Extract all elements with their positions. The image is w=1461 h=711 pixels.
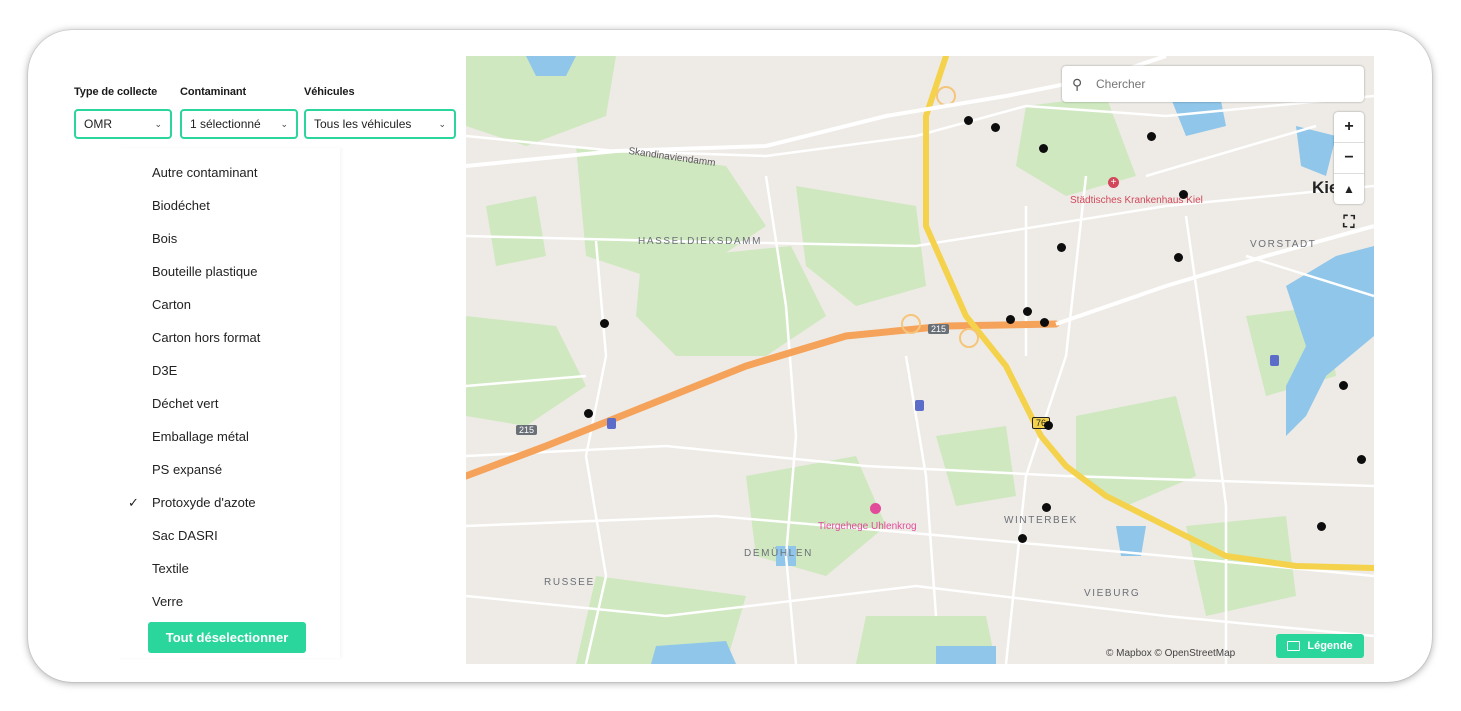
bus-stop-icon bbox=[607, 418, 616, 429]
contaminant-dropdown-menu: Autre contaminant Biodéchet Bois Bouteil… bbox=[118, 148, 340, 658]
map-view[interactable]: 215 215 76 HASSELDIEKSDAMM VORSTADT WINT… bbox=[466, 56, 1374, 664]
map-label-district: VORSTADT bbox=[1250, 239, 1317, 250]
search-input[interactable] bbox=[1094, 76, 1338, 92]
chevron-down-icon: ⌄ bbox=[438, 118, 446, 129]
collection-point-marker[interactable] bbox=[600, 319, 609, 328]
contaminant-value: 1 sélectionné bbox=[190, 117, 261, 131]
collection-point-marker[interactable] bbox=[1339, 381, 1348, 390]
collection-point-marker[interactable] bbox=[1044, 421, 1053, 430]
legend-icon bbox=[1287, 641, 1301, 651]
search-icon: ⚲ bbox=[1072, 75, 1083, 92]
dropdown-option[interactable]: Sac DASRI bbox=[152, 528, 218, 543]
dropdown-option[interactable]: Carton bbox=[152, 297, 191, 312]
vehicles-value: Tous les véhicules bbox=[314, 117, 412, 131]
map-poi-hospital: Städtisches Krankenhaus Kiel bbox=[1070, 195, 1203, 206]
zoom-out-button[interactable]: − bbox=[1334, 143, 1364, 174]
map-label-district: RUSSEE bbox=[544, 577, 595, 588]
map-canvas bbox=[466, 56, 1374, 664]
collection-point-marker[interactable] bbox=[1042, 503, 1051, 512]
road-shield-215: 215 bbox=[516, 425, 538, 435]
dropdown-option[interactable]: Textile bbox=[152, 561, 189, 576]
legend-button[interactable]: Légende bbox=[1276, 634, 1364, 658]
collection-point-marker[interactable] bbox=[1147, 132, 1156, 141]
bus-stop-icon bbox=[1270, 355, 1279, 366]
collection-point-marker[interactable] bbox=[1023, 307, 1032, 316]
zoo-icon bbox=[870, 503, 881, 514]
dropdown-option[interactable]: PS expansé bbox=[152, 462, 222, 477]
collection-point-marker[interactable] bbox=[584, 409, 593, 418]
vehicles-filter: Véhicules Tous les véhicules ⌄ bbox=[304, 86, 456, 139]
collection-type-value: OMR bbox=[84, 117, 112, 131]
map-poi-zoo: Tiergehege Uhlenkrog bbox=[818, 521, 917, 532]
collection-type-select[interactable]: OMR ⌄ bbox=[74, 109, 172, 139]
legend-label: Légende bbox=[1307, 640, 1353, 652]
chevron-down-icon: ⌄ bbox=[154, 118, 162, 129]
hospital-icon: + bbox=[1108, 177, 1119, 188]
contaminant-label: Contaminant bbox=[180, 86, 247, 98]
map-label-district: HASSELDIEKSDAMM bbox=[638, 236, 763, 247]
zoom-controls: + − ▲ bbox=[1334, 112, 1364, 204]
collection-point-marker[interactable] bbox=[1040, 318, 1049, 327]
map-label-district: DEMÜHLEN bbox=[744, 548, 813, 559]
dropdown-option[interactable]: Biodéchet bbox=[152, 198, 210, 213]
contaminant-select[interactable]: 1 sélectionné ⌄ bbox=[180, 109, 298, 139]
collection-point-marker[interactable] bbox=[1317, 522, 1326, 531]
collection-point-marker[interactable] bbox=[964, 116, 973, 125]
dropdown-option[interactable]: Bois bbox=[152, 231, 177, 246]
collection-point-marker[interactable] bbox=[991, 123, 1000, 132]
road-shield-215: 215 bbox=[928, 324, 950, 334]
dropdown-option[interactable]: Verre bbox=[152, 594, 183, 609]
dropdown-option-selected[interactable]: Protoxyde d'azote bbox=[152, 495, 256, 510]
chevron-down-icon: ⌄ bbox=[280, 118, 288, 129]
collection-point-marker[interactable] bbox=[1006, 315, 1015, 324]
checkmark-icon: ✓ bbox=[128, 495, 139, 510]
fullscreen-icon[interactable]: ⛶ bbox=[1338, 212, 1360, 234]
app-window: Type de collecte OMR ⌄ Contaminant 1 sél… bbox=[28, 30, 1432, 682]
bus-stop-icon bbox=[915, 400, 924, 411]
collection-type-filter: Type de collecte OMR ⌄ bbox=[74, 86, 172, 139]
map-label-district: WINTERBEK bbox=[1004, 515, 1078, 526]
contaminant-filter: Contaminant 1 sélectionné ⌄ bbox=[180, 86, 298, 139]
collection-point-marker[interactable] bbox=[1039, 144, 1048, 153]
dropdown-option[interactable]: Autre contaminant bbox=[152, 165, 258, 180]
collection-point-marker[interactable] bbox=[1357, 455, 1366, 464]
collection-point-marker[interactable] bbox=[1057, 243, 1066, 252]
deselect-all-button[interactable]: Tout déselectionner bbox=[148, 622, 306, 653]
vehicles-label: Véhicules bbox=[304, 86, 355, 98]
map-attribution[interactable]: © Mapbox © OpenStreetMap bbox=[1106, 648, 1235, 659]
dropdown-option[interactable]: Emballage métal bbox=[152, 429, 249, 444]
collection-point-marker[interactable] bbox=[1018, 534, 1027, 543]
compass-button[interactable]: ▲ bbox=[1334, 174, 1364, 204]
vehicles-select[interactable]: Tous les véhicules ⌄ bbox=[304, 109, 456, 139]
dropdown-option[interactable]: Carton hors format bbox=[152, 330, 260, 345]
collection-point-marker[interactable] bbox=[1174, 253, 1183, 262]
dropdown-option[interactable]: Bouteille plastique bbox=[152, 264, 258, 279]
collection-type-label: Type de collecte bbox=[74, 86, 158, 98]
dropdown-option[interactable]: D3E bbox=[152, 363, 177, 378]
collection-point-marker[interactable] bbox=[1179, 190, 1188, 199]
map-search-box: ⚲ bbox=[1062, 66, 1364, 102]
dropdown-option[interactable]: Déchet vert bbox=[152, 396, 218, 411]
map-label-district: VIEBURG bbox=[1084, 588, 1141, 599]
zoom-in-button[interactable]: + bbox=[1334, 112, 1364, 143]
